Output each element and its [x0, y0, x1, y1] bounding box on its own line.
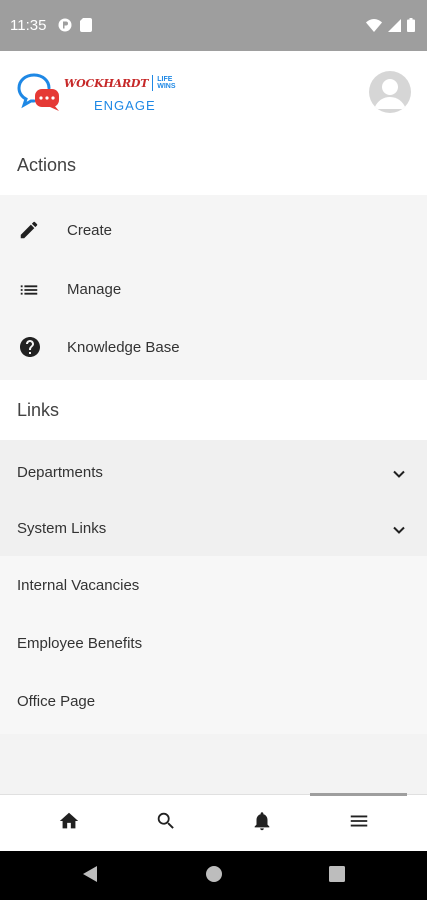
wifi-icon [366, 18, 382, 37]
links-section-title: Links [0, 380, 427, 440]
home-icon [58, 810, 80, 837]
app-logo: WOCKHARDT LIFE WINS ENGAGE [16, 73, 196, 117]
brand-name: WOCKHARDT [64, 76, 149, 90]
user-avatar-icon [374, 79, 406, 109]
back-triangle-icon [82, 865, 98, 888]
recents-square-icon [329, 865, 345, 887]
recents-button[interactable] [326, 865, 348, 887]
nav-search[interactable] [113, 795, 219, 852]
cell-signal-icon [388, 18, 401, 37]
link-label-employee-benefits: Employee Benefits [17, 635, 143, 652]
home-button[interactable] [203, 865, 225, 887]
link-item-internal-vacancies[interactable]: Internal Vacancies [0, 556, 427, 614]
chat-bubbles-icon [16, 73, 62, 118]
sim-card-icon [80, 18, 92, 37]
search-icon [155, 810, 177, 837]
nav-home[interactable] [16, 795, 122, 852]
link-item-system-links[interactable]: System Links [0, 498, 427, 556]
pencil-icon [18, 219, 42, 243]
help-circle-icon [18, 335, 42, 359]
link-label-internal-vacancies: Internal Vacancies [17, 577, 140, 594]
data-saver-icon [58, 18, 72, 37]
chevron-down-icon [391, 522, 407, 538]
status-bar: 11:35 [0, 0, 427, 51]
battery-icon [407, 18, 415, 37]
nav-menu[interactable] [306, 795, 412, 852]
link-label-system-links: System Links [17, 520, 107, 537]
link-item-departments[interactable]: Departments [0, 440, 427, 498]
link-item-employee-benefits[interactable]: Employee Benefits [0, 614, 427, 672]
bottom-nav [0, 793, 427, 852]
link-item-office-page[interactable]: Office Page [0, 672, 427, 734]
menu-icon [348, 810, 370, 837]
action-label-create: Create [67, 222, 113, 239]
nav-notifications[interactable] [209, 795, 315, 852]
status-time: 11:35 [10, 17, 47, 34]
action-item-knowledge-base[interactable]: Knowledge Base [0, 315, 427, 380]
links-title: Links [17, 400, 60, 420]
action-label-knowledge-base: Knowledge Base [67, 339, 180, 356]
system-nav-bar [0, 851, 427, 900]
back-button[interactable] [79, 865, 101, 887]
action-item-manage[interactable]: Manage [0, 257, 427, 315]
bell-icon [251, 810, 273, 837]
actions-title: Actions [17, 155, 77, 175]
brand-engage: ENGAGE [94, 98, 156, 113]
action-item-create[interactable]: Create [0, 195, 427, 257]
link-label-departments: Departments [17, 464, 103, 481]
list-icon [18, 279, 42, 303]
chevron-down-icon [391, 466, 407, 482]
brand-tagline: LIFE WINS [157, 76, 176, 90]
home-circle-icon [205, 865, 223, 888]
avatar[interactable] [369, 71, 411, 113]
actions-section-title: Actions [0, 135, 427, 195]
link-label-office-page: Office Page [17, 693, 96, 710]
action-label-manage: Manage [67, 281, 122, 298]
actions-list: Create Manage Knowledge Base [0, 195, 427, 380]
app-header: WOCKHARDT LIFE WINS ENGAGE [0, 51, 427, 135]
